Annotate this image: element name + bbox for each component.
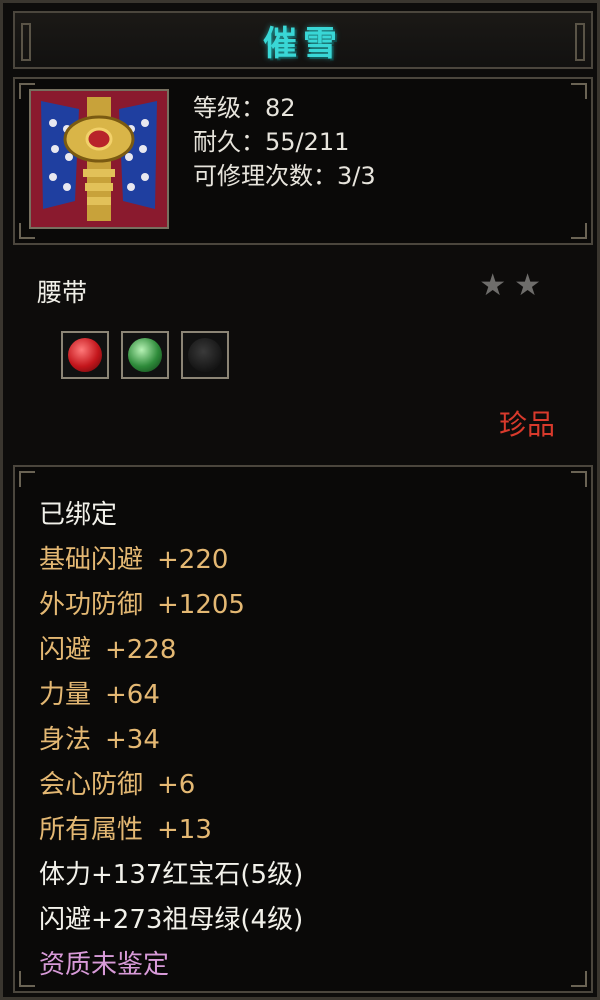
durability-text: 耐久：55/211 <box>193 128 350 156</box>
corner-ornament <box>571 223 587 239</box>
rarity-label: 珍品 <box>498 408 555 441</box>
attribute-row: 所有属性 +13 <box>39 808 303 853</box>
ruby-gem-icon <box>68 338 102 372</box>
item-type-label: 腰带 <box>37 278 88 307</box>
attribute-name: 闪避 <box>39 635 92 665</box>
corner-ornament <box>571 471 587 487</box>
star-icon: ★ <box>479 268 507 303</box>
corner-ornament <box>571 971 587 987</box>
attribute-value: +34 <box>105 725 160 755</box>
item-basic-stats: 等级：82 耐久：55/211 可修理次数：3/3 <box>193 91 376 193</box>
attribute-value: +228 <box>105 635 177 665</box>
quality-status: 资质未鉴定 <box>39 950 170 980</box>
level-text: 等级：82 <box>193 94 296 122</box>
gem-socket-3[interactable] <box>181 331 229 379</box>
attribute-name: 会心防御 <box>39 770 144 800</box>
attribute-row: 身法 +34 <box>39 718 303 763</box>
gem-socket-2[interactable] <box>121 331 169 379</box>
tooltip-frame: 催雪 等级：82 耐久：55/211 可修理次数：3/3 腰带 ★ ★ 珍品 已… <box>0 0 600 1000</box>
attribute-name: 身法 <box>39 725 92 755</box>
gem-bonus-line: 体力+137红宝石(5级) <box>39 860 304 890</box>
title-right-ornament <box>575 23 585 61</box>
attribute-name: 所有属性 <box>39 815 144 845</box>
attribute-name: 基础闪避 <box>39 545 144 575</box>
item-type-section: 腰带 ★ ★ 珍品 <box>13 253 593 458</box>
attribute-value: +6 <box>157 770 196 800</box>
title-bar: 催雪 <box>13 11 593 69</box>
attribute-name: 力量 <box>39 680 92 710</box>
gem-bonus-line: 闪避+273祖母绿(4级) <box>39 905 304 935</box>
item-name: 催雪 <box>263 23 343 64</box>
corner-ornament <box>19 471 35 487</box>
corner-ornament <box>19 971 35 987</box>
attribute-value: +64 <box>105 680 160 710</box>
attribute-row: 闪避 +228 <box>39 628 303 673</box>
repair-count-text: 可修理次数：3/3 <box>193 162 376 190</box>
bound-status: 已绑定 <box>39 500 118 530</box>
attribute-row: 力量 +64 <box>39 673 303 718</box>
attribute-row: 会心防御 +6 <box>39 763 303 808</box>
gem-socket-1[interactable] <box>61 331 109 379</box>
emerald-gem-icon <box>128 338 162 372</box>
attribute-list: 已绑定 基础闪避 +220 外功防御 +1205 闪避 +228 力量 +64 身法 +3… <box>39 493 303 988</box>
corner-ornament <box>571 83 587 99</box>
star-icon: ★ <box>514 268 541 303</box>
attribute-name: 外功防御 <box>39 590 144 620</box>
attribute-row: 外功防御 +1205 <box>39 583 303 628</box>
attribute-panel: 已绑定 基础闪避 +220 外功防御 +1205 闪避 +228 力量 +64 身法 +3… <box>13 465 593 993</box>
item-info-panel: 等级：82 耐久：55/211 可修理次数：3/3 <box>13 77 593 245</box>
title-left-ornament <box>21 23 31 61</box>
star-rating: ★ ★ <box>479 271 541 301</box>
attribute-value: +220 <box>157 545 229 575</box>
attribute-value: +1205 <box>157 590 245 620</box>
empty-socket-icon <box>188 338 222 372</box>
attribute-value: +13 <box>157 815 212 845</box>
belt-item-icon <box>29 89 169 229</box>
attribute-row: 基础闪避 +220 <box>39 538 303 583</box>
gem-sockets <box>61 331 229 379</box>
